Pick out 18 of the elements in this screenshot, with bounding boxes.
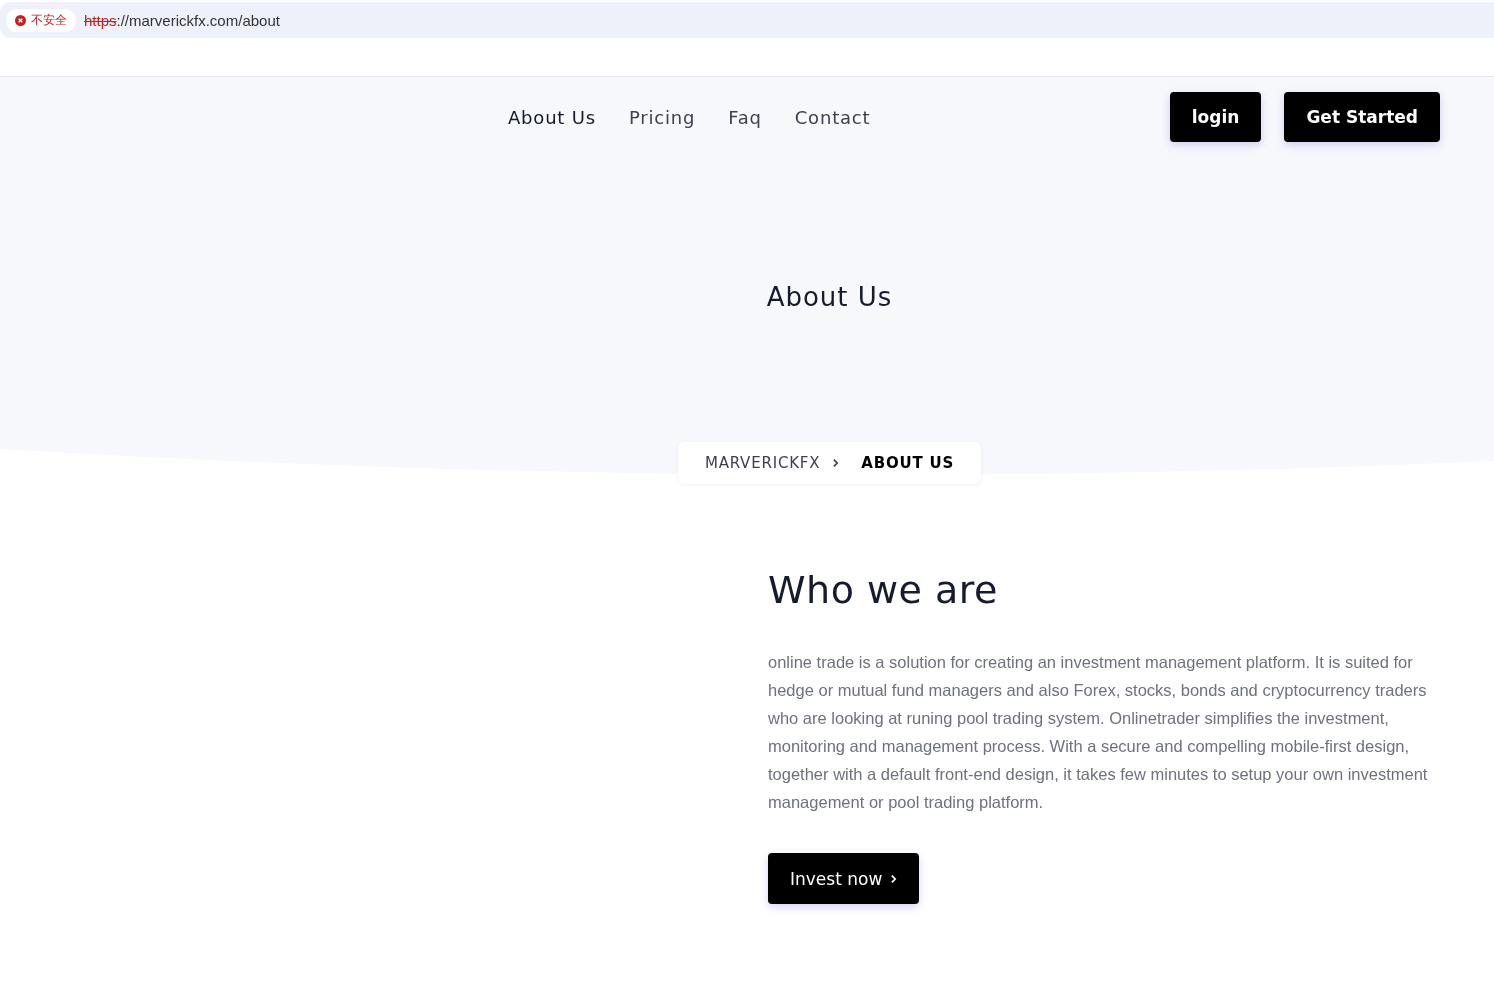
nav-link[interactable]: Faq xyxy=(728,106,762,128)
chevron-icon xyxy=(890,873,898,884)
section-paragraph: online trade is a solution for creating an investment management platform. It is suited for hedge or mutual fund managers and also Forex, stocks, bonds and cryptocurrency traders who are looking at runing pool trading system. Onlinetrader simplifies the investment, monitoring and management process. With a secure and compelling mobile-first design, together with a default front-end design, it takes few minutes to setup your own investment management or pool trading platform. xyxy=(768,652,1429,813)
breadcrumb-current: ABOUT US xyxy=(861,454,955,472)
nav-link[interactable]: Contact xyxy=(794,106,871,128)
get-started-button[interactable]: Get Started xyxy=(1284,92,1440,142)
error-icon xyxy=(15,14,26,26)
address-field[interactable]: https://marverickfx.com/about xyxy=(84,11,280,29)
section-heading: Who we are xyxy=(768,568,999,612)
login-button[interactable]: login xyxy=(1169,92,1262,142)
invest-now-button[interactable]: Invest now xyxy=(768,853,920,904)
security-indicator[interactable]: 不安全 xyxy=(6,8,76,32)
nav-link[interactable]: About Us xyxy=(508,106,596,128)
breadcrumb-link[interactable]: MARVERICKFX xyxy=(704,454,821,472)
chevron-icon xyxy=(832,458,840,468)
nav-link[interactable]: Pricing xyxy=(628,106,696,128)
page-title: About Us xyxy=(765,282,894,312)
security-label: 不安全 xyxy=(31,11,67,29)
